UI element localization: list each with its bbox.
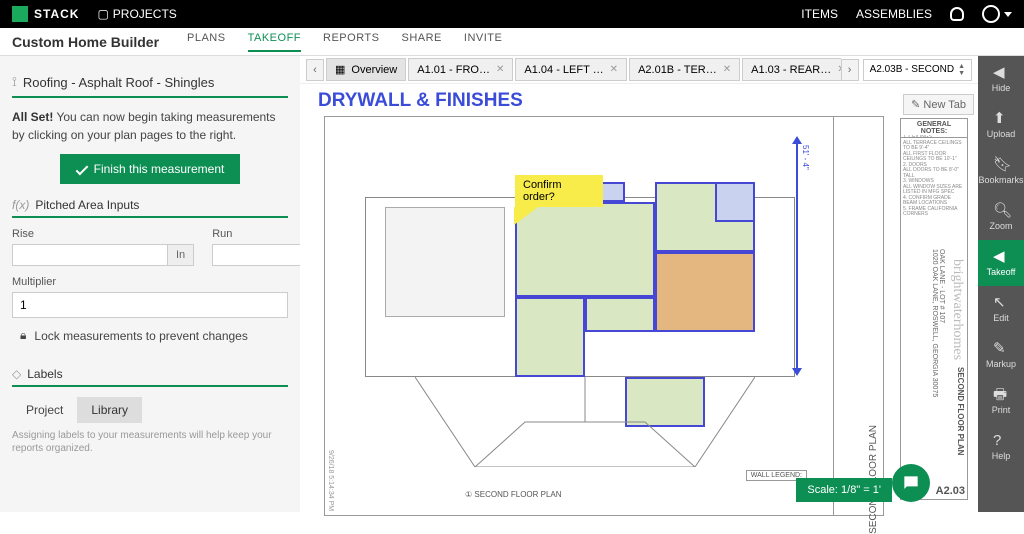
lock-measurements[interactable]: 🔒︎Lock measurements to prevent changes	[12, 318, 288, 353]
tab-reports[interactable]: REPORTS	[323, 32, 379, 52]
page-tab[interactable]: A2.01B - TER…✕	[629, 58, 740, 81]
builder-logo: brightwaterhomes	[949, 259, 965, 360]
tab-share[interactable]: SHARE	[402, 32, 442, 52]
chat-button[interactable]	[892, 464, 930, 502]
labels-heading: ◇Labels	[12, 367, 288, 387]
upload-icon: ⬆	[993, 111, 1009, 127]
takeoff-icon: ◀	[993, 249, 1009, 265]
pitched-area-heading: f(x)Pitched Area Inputs	[12, 198, 288, 218]
plan-viewer: ‹ ▦Overview A1.01 - FRO…✕ A1.04 - LEFT ……	[300, 56, 978, 512]
page-select-dropdown[interactable]: A2.03B - SECOND▲▼	[863, 59, 972, 81]
tool-markup[interactable]: ✎Markup	[978, 332, 1024, 378]
tool-takeoff[interactable]: ◀Takeoff	[978, 240, 1024, 286]
page-next-button[interactable]: ›	[841, 59, 859, 81]
pointer-icon: ↖	[993, 295, 1009, 311]
tool-sidebar: ◀Hide ⬆Upload 🔖︎Bookmarks 🔍︎Zoom ◀Takeof…	[978, 56, 1024, 512]
check-icon	[75, 163, 88, 176]
tool-print[interactable]: 🖶︎Print	[978, 378, 1024, 424]
function-icon: f(x)	[12, 198, 29, 212]
multiplier-label: Multiplier	[12, 276, 288, 288]
page-tab[interactable]: A1.03 - REAR…✕	[742, 58, 840, 81]
run-label: Run	[212, 228, 300, 240]
tool-upload[interactable]: ⬆Upload	[978, 102, 1024, 148]
tab-plans[interactable]: PLANS	[187, 32, 226, 52]
assemblies-link[interactable]: ASSEMBLIES	[856, 7, 932, 21]
user-menu[interactable]	[982, 5, 1012, 23]
print-icon: 🖶︎	[993, 387, 1009, 403]
page-tab[interactable]: A1.01 - FRO…✕	[408, 58, 513, 81]
floor-plan-label: ① SECOND FLOOR PLAN	[465, 490, 562, 499]
labels-tab-project[interactable]: Project	[12, 397, 77, 423]
project-subheader: Custom Home Builder PLANS TAKEOFF REPORT…	[0, 28, 1024, 56]
close-icon[interactable]: ✕	[496, 64, 504, 75]
compass-icon: ⟟	[12, 74, 17, 90]
measurement-name: ⟟ Roofing - Asphalt Roof - Shingles	[12, 68, 288, 98]
help-icon: ?	[993, 433, 1009, 449]
finish-measurement-button[interactable]: Finish this measurement	[60, 154, 241, 184]
lock-icon: 🔒︎	[20, 328, 26, 343]
plan-title: DRYWALL & FINISHES	[318, 90, 523, 112]
plan-sheet: Confirm order? ① SECOND FLOOR PLAN WALL …	[324, 116, 884, 516]
chevron-left-icon: ◀	[993, 65, 1009, 81]
run-input[interactable]	[212, 244, 300, 266]
tab-invite[interactable]: INVITE	[464, 32, 502, 52]
labels-hint: Assigning labels to your measurements wi…	[12, 429, 288, 455]
scale-indicator[interactable]: Scale: 1/8" = 1'	[796, 478, 892, 502]
tag-icon: ◇	[12, 367, 21, 381]
tool-edit[interactable]: ↖Edit	[978, 286, 1024, 332]
instruction-text: All Set! You can now begin taking measur…	[12, 108, 288, 144]
rise-label: Rise	[12, 228, 194, 240]
rise-unit: In	[168, 244, 194, 266]
labels-tab-library[interactable]: Library	[77, 397, 142, 423]
timestamp: 9/26/18 5:14:34 PM	[327, 450, 334, 511]
notifications-icon[interactable]	[950, 7, 964, 21]
top-navbar: STACK ▢PROJECTS ITEMS ASSEMBLIES	[0, 0, 1024, 28]
project-title: Custom Home Builder	[12, 34, 159, 50]
page-tab-overview[interactable]: ▦Overview	[326, 58, 406, 81]
multiplier-input[interactable]	[12, 292, 288, 318]
tool-help[interactable]: ?Help	[978, 424, 1024, 470]
pencil-icon: ✎	[993, 341, 1009, 357]
bookmark-icon: 🔖︎	[993, 157, 1009, 173]
sticky-note[interactable]: Confirm order?	[515, 175, 603, 207]
rise-input[interactable]	[12, 244, 168, 266]
address: OAK LANE - LOT # 1071020 OAK LANE, ROSWE…	[931, 249, 945, 397]
brand-logo[interactable]: STACK	[12, 6, 79, 22]
drawing-canvas[interactable]: DRYWALL & FINISHES Confirm order? ① SECO…	[306, 90, 972, 506]
tool-bookmarks[interactable]: 🔖︎Bookmarks	[978, 148, 1024, 194]
title-block: GENERAL NOTES: 1. CEILINGSALL TERRACE CE…	[900, 118, 968, 500]
tab-takeoff[interactable]: TAKEOFF	[248, 32, 301, 52]
zoom-icon: 🔍︎	[993, 203, 1009, 219]
page-tab[interactable]: A1.04 - LEFT …✕	[515, 58, 627, 81]
tool-hide[interactable]: ◀Hide	[978, 56, 1024, 102]
page-prev-button[interactable]: ‹	[306, 59, 324, 81]
close-icon[interactable]: ✕	[723, 64, 731, 75]
dimension-label: 51' - 4"	[801, 145, 810, 170]
projects-link[interactable]: ▢PROJECTS	[97, 7, 176, 21]
items-link[interactable]: ITEMS	[801, 7, 838, 21]
close-icon[interactable]: ✕	[610, 64, 618, 75]
calendar-icon: ▢	[97, 7, 108, 21]
sheet-number: A2.03	[936, 485, 965, 497]
grid-icon: ▦	[335, 63, 345, 76]
measurement-panel: ⟟ Roofing - Asphalt Roof - Shingles All …	[0, 56, 300, 512]
tool-zoom[interactable]: 🔍︎Zoom	[978, 194, 1024, 240]
